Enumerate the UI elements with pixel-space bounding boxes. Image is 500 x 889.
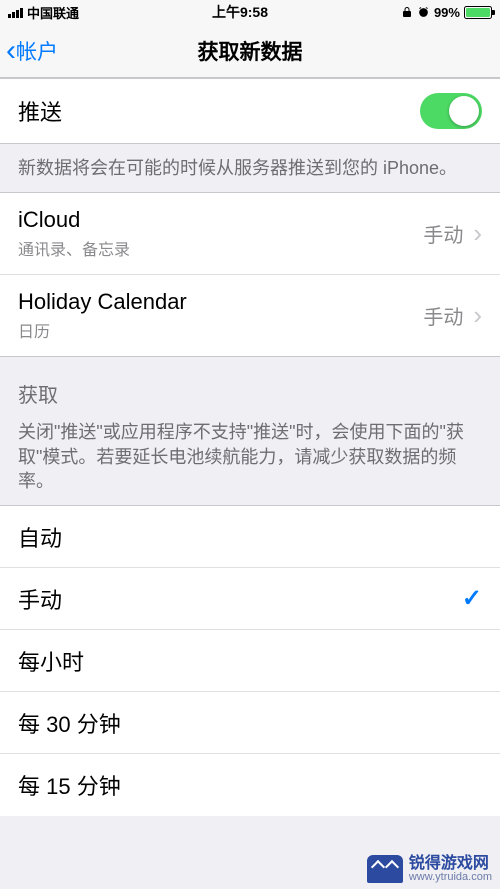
accounts-group: iCloud 通讯录、备忘录 手动 › Holiday Calendar 日历 …	[0, 192, 500, 357]
account-row-icloud[interactable]: iCloud 通讯录、备忘录 手动 ›	[0, 193, 500, 275]
page-title: 获取新数据	[198, 36, 303, 66]
check-icon: ✓	[462, 584, 482, 613]
account-name: iCloud	[18, 207, 423, 233]
push-row[interactable]: 推送	[0, 79, 500, 143]
back-button[interactable]: ‹ 帐户	[6, 36, 58, 66]
back-label: 帐户	[16, 36, 58, 66]
option-label: 每 30 分钟	[18, 707, 482, 739]
fetch-options-group: 自动 手动 ✓ 每小时 每 30 分钟 每 15 分钟	[0, 505, 500, 816]
account-mode: 手动	[423, 219, 463, 248]
chevron-left-icon: ‹	[6, 36, 16, 66]
fetch-option-15min[interactable]: 每 15 分钟	[0, 754, 500, 816]
option-label: 自动	[18, 521, 482, 553]
status-bar: 中国联通 上午9:58 99%	[0, 0, 500, 24]
watermark-name: 锐得游戏网	[409, 856, 492, 872]
push-footer: 新数据将会在可能的时候从服务器推送到您的 iPhone。	[0, 144, 500, 192]
account-mode: 手动	[423, 301, 463, 330]
battery-pct: 99%	[434, 5, 460, 20]
status-left: 中国联通	[8, 3, 79, 22]
fetch-option-30min[interactable]: 每 30 分钟	[0, 692, 500, 754]
lock-icon	[401, 6, 413, 18]
option-label: 每 15 分钟	[18, 769, 482, 801]
alarm-icon	[417, 6, 430, 19]
status-time: 上午9:58	[212, 2, 268, 22]
fetch-footer: 关闭"推送"或应用程序不支持"推送"时，会使用下面的"获取"模式。若要延长电池续…	[0, 420, 500, 505]
signal-icon	[8, 6, 23, 18]
option-label: 每小时	[18, 645, 482, 677]
fetch-header: 获取	[0, 357, 500, 420]
account-name: Holiday Calendar	[18, 289, 423, 315]
chevron-right-icon: ›	[473, 218, 482, 249]
account-detail: 日历	[18, 318, 423, 342]
fetch-option-auto[interactable]: 自动	[0, 506, 500, 568]
option-label: 手动	[18, 583, 462, 615]
carrier-label: 中国联通	[27, 3, 79, 22]
status-right: 99%	[401, 5, 492, 20]
push-toggle[interactable]	[420, 93, 482, 129]
push-group: 推送	[0, 78, 500, 144]
fetch-option-hourly[interactable]: 每小时	[0, 630, 500, 692]
account-detail: 通讯录、备忘录	[18, 236, 423, 260]
push-label: 推送	[18, 95, 420, 127]
nav-bar: ‹ 帐户 获取新数据	[0, 24, 500, 78]
watermark-url: www.ytruida.com	[409, 872, 492, 883]
account-row-holiday[interactable]: Holiday Calendar 日历 手动 ›	[0, 275, 500, 356]
chevron-right-icon: ›	[473, 300, 482, 331]
battery-icon	[464, 6, 492, 19]
watermark-logo-icon	[367, 855, 403, 883]
watermark: 锐得游戏网 www.ytruida.com	[359, 849, 500, 889]
fetch-option-manual[interactable]: 手动 ✓	[0, 568, 500, 630]
